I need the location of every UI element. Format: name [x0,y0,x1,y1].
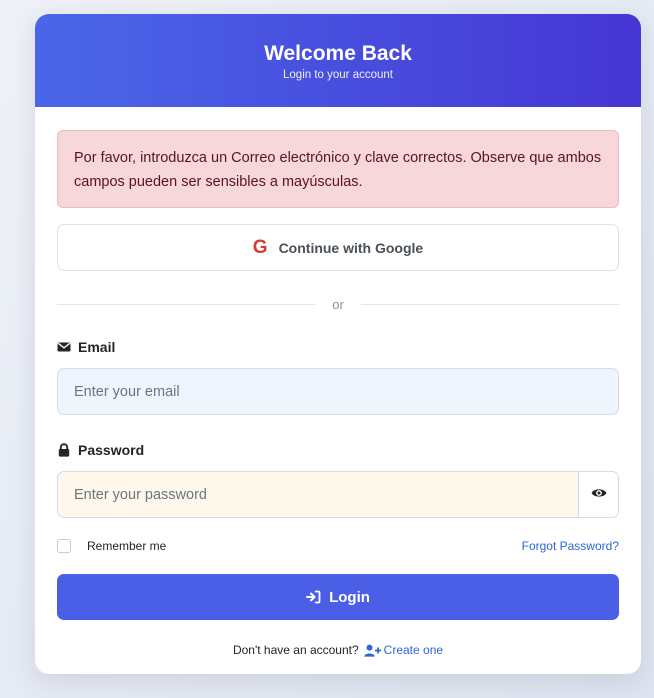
password-label-text: Password [78,442,145,458]
remember-me[interactable]: Remember me [57,539,166,553]
error-alert: Por favor, introduzca un Correo electrón… [57,130,619,208]
remember-label: Remember me [87,539,167,553]
page-subtitle: Login to your account [283,68,393,81]
login-button-label: Login [329,588,370,606]
email-label: Email [57,338,619,356]
forgot-password-link[interactable]: Forgot Password? [522,539,619,553]
card-header: Welcome Back Login to your account [35,14,641,107]
password-placeholder: Enter your password [74,486,207,503]
password-input[interactable]: Enter your password [57,471,578,518]
email-input[interactable]: Enter your email [57,368,619,415]
signup-text: Don't have an account? [232,643,359,657]
login-card: Welcome Back Login to your account Por f… [35,14,641,674]
divider-text: or [332,296,344,312]
google-login-button[interactable]: G Continue with Google [57,224,619,271]
toggle-password-button[interactable] [578,471,619,518]
or-divider: or [57,296,619,312]
email-label-text: Email [78,339,116,355]
google-button-label: Continue with Google [278,239,424,256]
card-body: Por favor, introduzca un Correo electrón… [35,130,641,657]
remember-checkbox[interactable] [57,539,71,553]
password-label: Password [57,441,619,459]
lock-icon [57,443,71,457]
user-plus-icon [363,644,381,657]
create-account-link[interactable]: Create one [384,643,443,657]
eye-icon [591,486,607,504]
email-placeholder: Enter your email [74,383,180,400]
login-button[interactable]: Login [57,574,619,620]
password-row: Enter your password [57,471,619,518]
divider-line-right [360,303,619,305]
google-g-icon: G [252,236,268,258]
divider-line-left [57,303,316,305]
page-title: Welcome Back [264,41,412,65]
envelope-icon [57,340,71,354]
signup-prompt: Don't have an account? Create one [57,643,619,657]
login-options: Remember me Forgot Password? [57,537,619,555]
sign-in-icon [306,590,321,604]
